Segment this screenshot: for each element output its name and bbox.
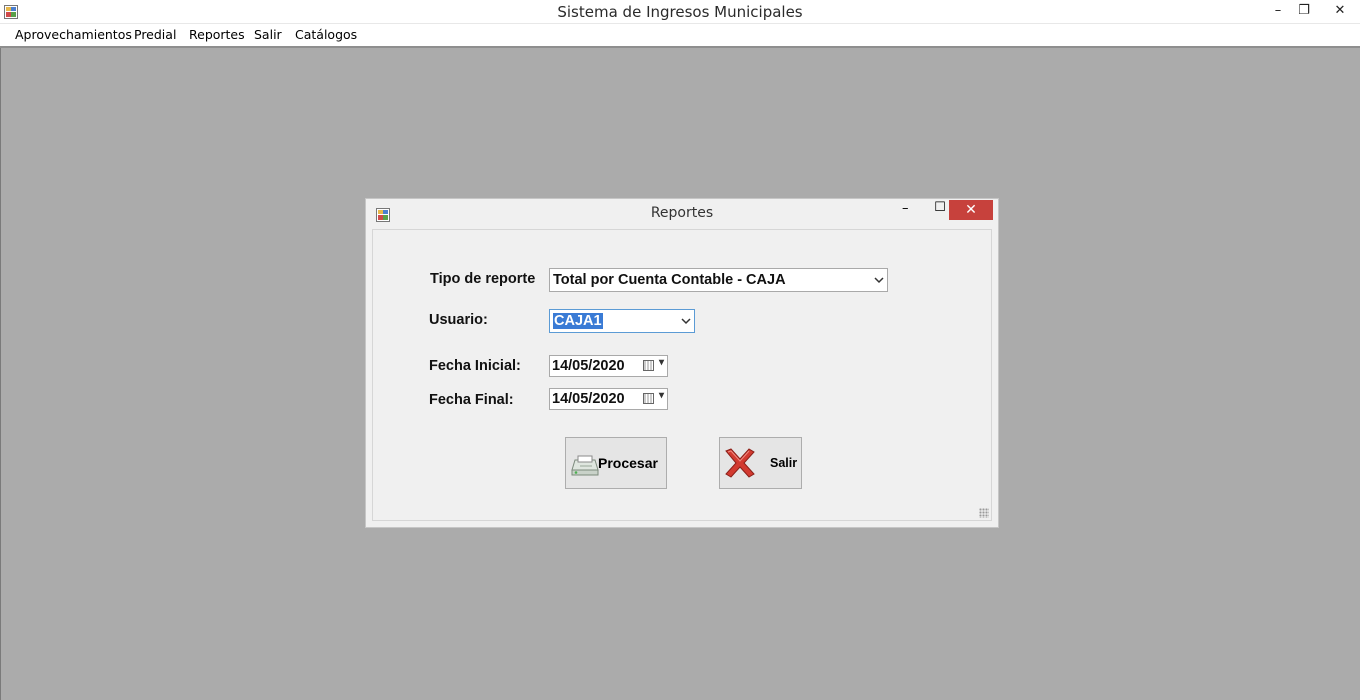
fecha-final-picker[interactable]: 14/05/2020 ▾	[549, 388, 668, 410]
reportes-form: Reportes – ☐ ✕ Tipo de reporte Total por…	[365, 198, 999, 528]
salir-label: Salir	[770, 456, 798, 470]
tipo-reporte-label: Tipo de reporte	[430, 271, 536, 287]
menu-predial[interactable]: Predial	[134, 27, 176, 42]
form-minimize-button[interactable]: –	[902, 201, 909, 216]
procesar-button[interactable]: Procesar	[565, 437, 667, 489]
menu-salir[interactable]: Salir	[254, 27, 282, 42]
usuario-label: Usuario:	[429, 312, 488, 328]
fecha-inicial-value: 14/05/2020	[552, 358, 625, 374]
printer-icon	[571, 454, 599, 481]
menubar: Aprovechamientos Predial Reportes Salir …	[0, 24, 1360, 48]
fecha-final-label: Fecha Final:	[429, 392, 514, 408]
salir-button[interactable]: Salir	[719, 437, 802, 489]
close-button[interactable]: ✕	[1326, 0, 1354, 22]
app-title: Sistema de Ingresos Municipales	[557, 3, 803, 21]
fecha-final-value: 14/05/2020	[552, 391, 625, 407]
chevron-down-icon[interactable]: ▾	[659, 390, 664, 401]
menu-catalogos[interactable]: Catálogos	[295, 27, 357, 42]
app-titlebar: Sistema de Ingresos Municipales – ❐ ✕	[0, 0, 1360, 24]
calendar-icon[interactable]	[643, 393, 654, 404]
menu-reportes[interactable]: Reportes	[189, 27, 245, 42]
tipo-reporte-combo[interactable]: Total por Cuenta Contable - CAJA	[549, 268, 888, 292]
resize-grip[interactable]	[979, 508, 989, 518]
minimize-button[interactable]: –	[1264, 0, 1292, 22]
usuario-value: CAJA1	[553, 313, 603, 329]
tipo-reporte-value: Total por Cuenta Contable - CAJA	[553, 272, 786, 288]
chevron-down-icon[interactable]	[681, 312, 691, 333]
chevron-down-icon[interactable]: ▾	[659, 357, 664, 368]
calendar-icon[interactable]	[643, 360, 654, 371]
usuario-combo[interactable]: CAJA1	[549, 309, 695, 333]
form-body: Tipo de reporte Total por Cuenta Contabl…	[372, 229, 992, 521]
red-x-icon	[723, 447, 757, 484]
procesar-label: Procesar	[598, 455, 658, 471]
fecha-inicial-label: Fecha Inicial:	[429, 358, 521, 374]
menu-aprovechamientos[interactable]: Aprovechamientos	[15, 27, 132, 42]
form-close-button[interactable]: ✕	[949, 200, 993, 220]
fecha-inicial-picker[interactable]: 14/05/2020 ▾	[549, 355, 668, 377]
restore-button[interactable]: ❐	[1290, 0, 1318, 22]
chevron-down-icon[interactable]	[874, 271, 884, 292]
form-titlebar: Reportes – ☐ ✕	[366, 199, 998, 227]
